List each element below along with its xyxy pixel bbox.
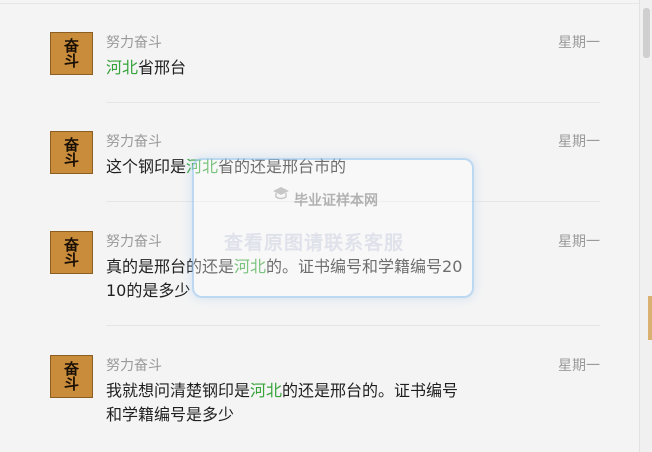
message-time: 星期一 <box>558 358 600 374</box>
avatar[interactable]: 奋 斗 <box>50 131 93 174</box>
watermark-overlay: 毕业证样本网 查看原图请联系客服 <box>192 158 474 298</box>
scrollbar-thumb[interactable] <box>643 8 650 58</box>
message-text-part: 这个钢印是 <box>106 157 187 176</box>
message-text-part: 省邢台 <box>138 58 187 77</box>
watermark-title: 毕业证样本网 <box>294 193 378 209</box>
avatar[interactable]: 奋 斗 <box>50 231 93 274</box>
sender-name: 努力奋斗 <box>106 234 162 250</box>
top-divider <box>0 3 640 4</box>
highlight-keyword: 河北 <box>250 381 283 400</box>
avatar-char: 斗 <box>63 150 79 169</box>
message-time: 星期一 <box>558 35 600 51</box>
avatar-char: 斗 <box>63 51 79 70</box>
message-time: 星期一 <box>558 234 600 250</box>
avatar-char: 斗 <box>63 374 79 393</box>
message-text: 我就想问清楚钢印是河北的还是邢台的。证书编号 和学籍编号是多少 <box>106 379 516 427</box>
avatar[interactable]: 奋 斗 <box>50 32 93 75</box>
scrollbar[interactable] <box>639 0 652 452</box>
avatar-char: 斗 <box>63 250 79 269</box>
highlight-keyword: 河北 <box>106 58 139 77</box>
graduation-cap-icon <box>272 186 290 206</box>
sender-name: 努力奋斗 <box>106 35 162 51</box>
divider <box>106 325 600 326</box>
message-text: 河北省邢台 <box>106 56 516 80</box>
watermark-subtitle: 查看原图请联系客服 <box>224 232 405 254</box>
sender-name: 努力奋斗 <box>106 134 162 150</box>
avatar[interactable]: 奋 斗 <box>50 355 93 398</box>
divider <box>106 102 600 103</box>
message-time: 星期一 <box>558 134 600 150</box>
sender-name: 努力奋斗 <box>106 358 162 374</box>
message-text-part: 我就想问清楚钢印是 <box>106 381 251 400</box>
side-strip <box>648 296 652 340</box>
